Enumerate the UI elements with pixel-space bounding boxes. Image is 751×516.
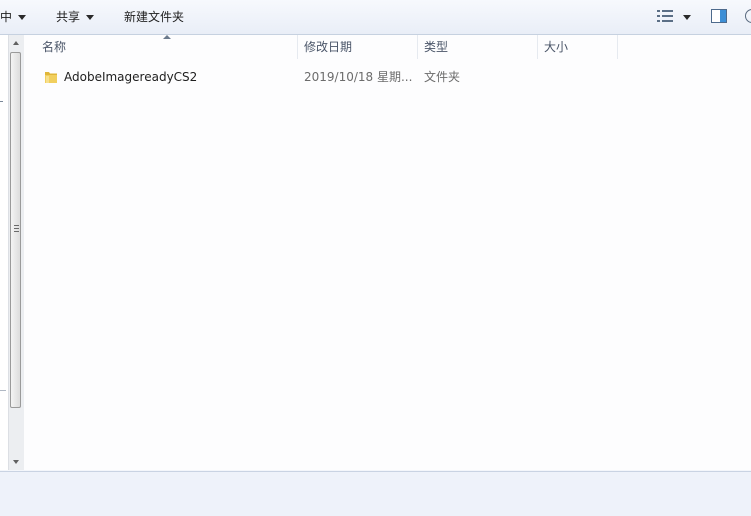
details-pane [0,471,751,516]
navigation-scrollbar[interactable] [8,35,24,470]
grip-line [14,228,19,229]
new-folder-button[interactable]: 新建文件夹 [124,8,184,26]
column-header-row: 名称 修改日期 类型 大小 [24,35,751,59]
view-options-icon[interactable] [657,10,673,22]
view-menu-chevron-icon[interactable] [683,15,691,20]
share-button[interactable]: 共享 [56,8,95,26]
nav-marker [0,101,3,102]
column-header-size[interactable]: 大小 [538,35,618,59]
scroll-thumb[interactable] [10,52,21,408]
folder-icon [45,72,57,83]
scroll-down-icon[interactable] [13,460,19,464]
share-label: 共享 [56,10,81,24]
command-bar: 中 共享 新建文件夹 [0,0,751,35]
nav-marker [0,390,6,391]
help-icon[interactable] [745,9,751,23]
list-item[interactable]: AdobeImagereadyCS2 2019/10/18 星期... 文件夹 [42,67,642,87]
new-folder-label: 新建文件夹 [124,10,185,24]
file-date: 2019/10/18 星期... [304,70,413,84]
column-header-date[interactable]: 修改日期 [298,35,418,59]
grip-line [14,231,19,232]
chevron-down-icon [86,15,95,20]
file-name: AdobeImagereadyCS2 [64,70,198,84]
chevron-down-icon [18,15,27,20]
file-type: 文件夹 [424,70,461,84]
column-header-type[interactable]: 类型 [418,35,538,59]
include-in-library-button[interactable]: 中 [0,8,27,26]
preview-pane-icon[interactable] [711,9,727,23]
file-list[interactable]: 名称 修改日期 类型 大小 AdobeImagereadyCS2 2019/10… [24,35,751,470]
include-in-library-label: 中 [0,10,13,24]
grip-line [14,225,19,226]
column-header-name[interactable]: 名称 [36,35,298,59]
scroll-up-icon[interactable] [13,41,19,45]
